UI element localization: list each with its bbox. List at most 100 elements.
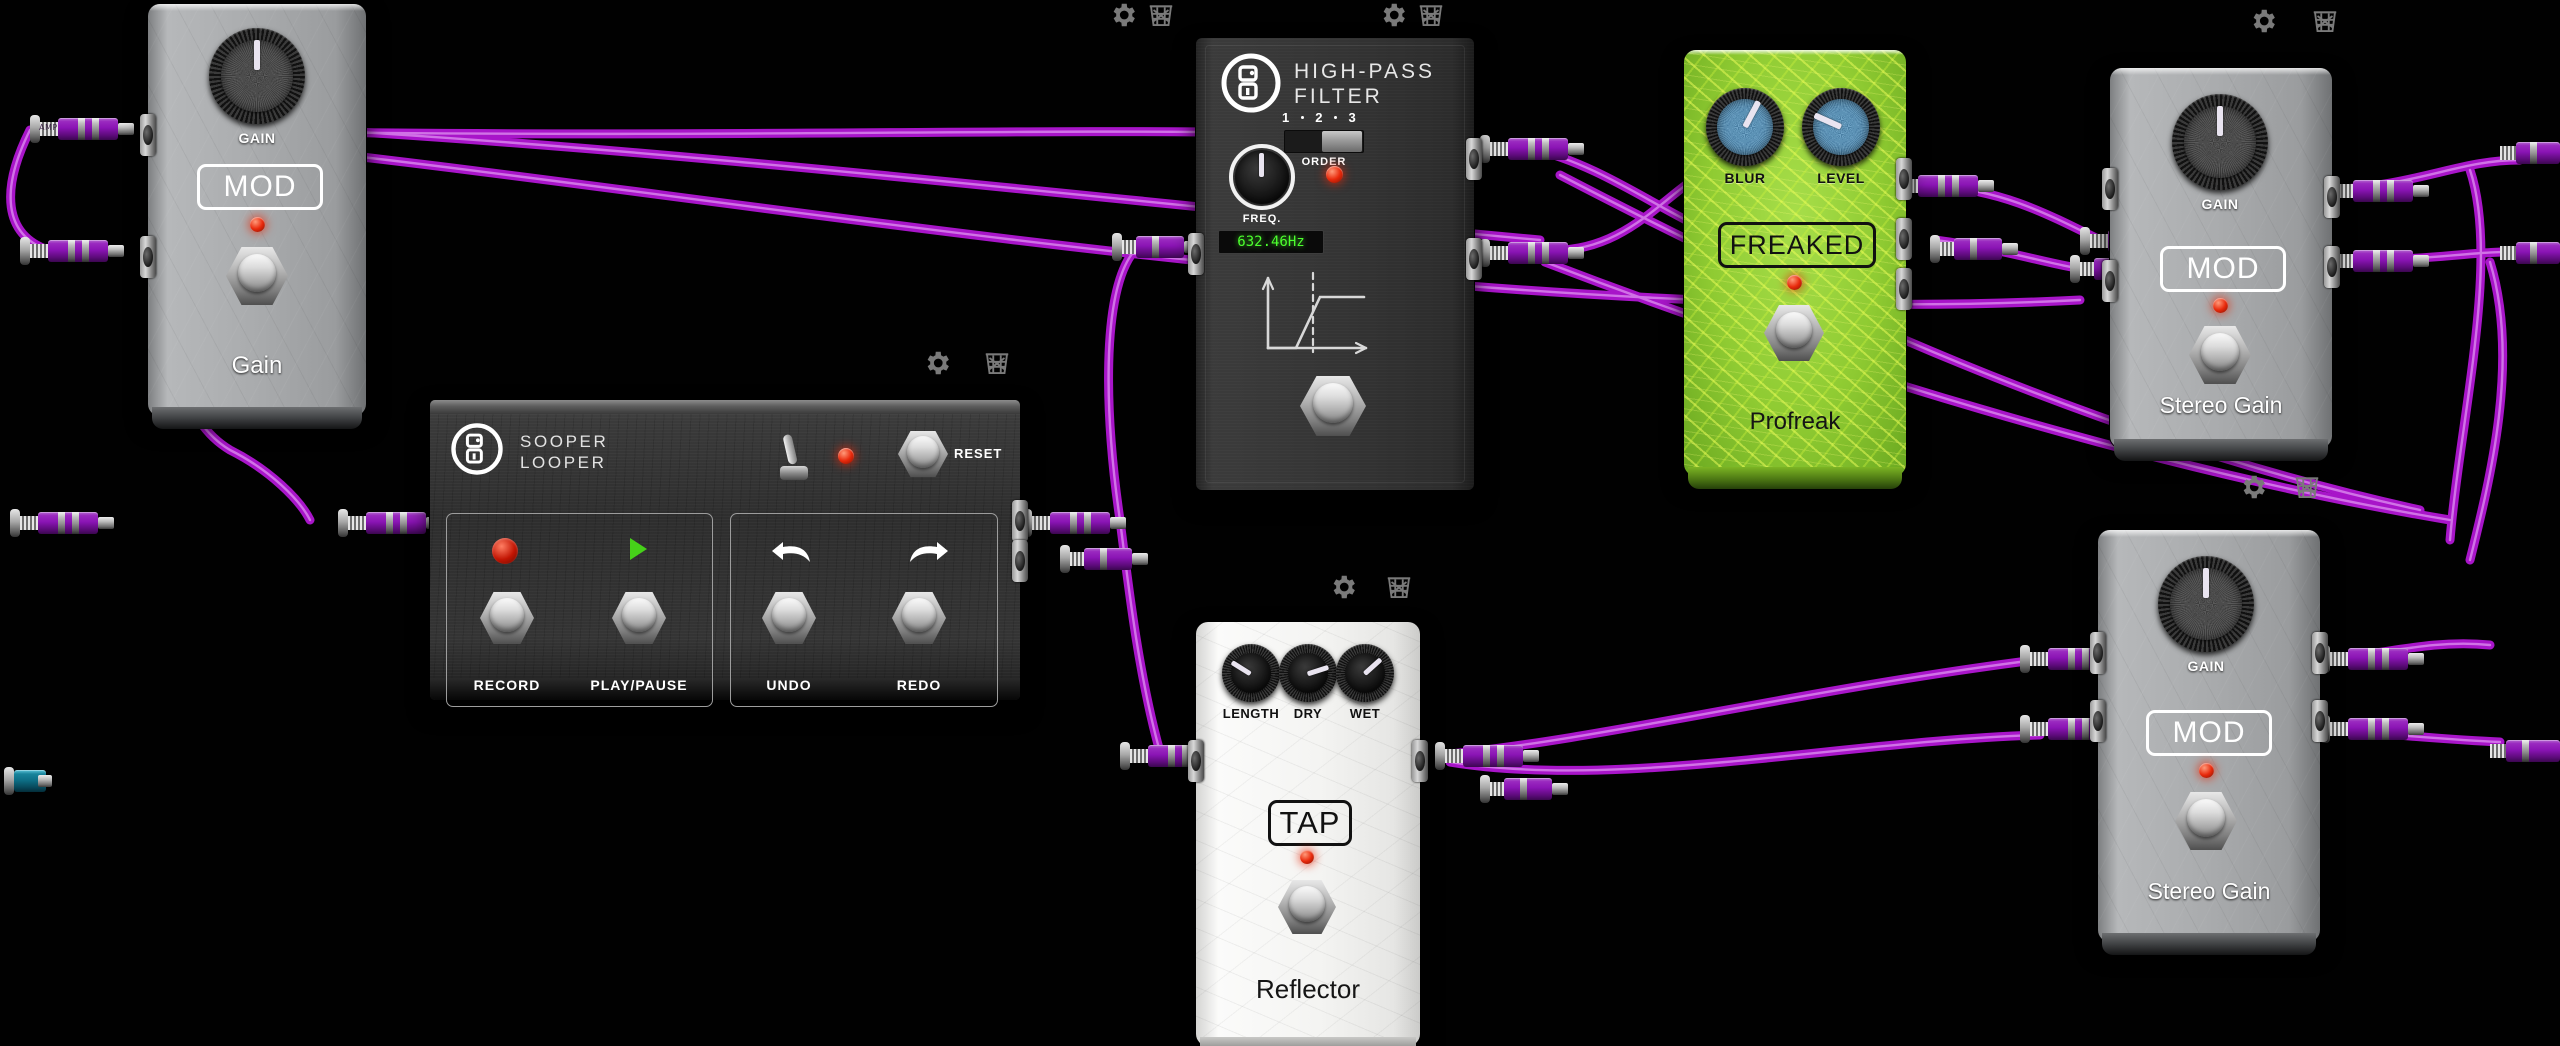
output-jack-socket-2[interactable] [1896,268,1912,310]
pedal-high-pass-filter[interactable]: HIGH-PASS FILTER 1 2 3 ORDER FREQ. 632.4… [1188,38,1482,490]
gain-knob[interactable] [2158,556,2254,652]
cable-plug[interactable] [1022,509,1132,537]
cable-plug[interactable] [20,237,130,265]
input-jack-socket[interactable] [2102,168,2118,210]
cable-plug[interactable] [2325,247,2435,275]
play-triangle-icon [630,538,647,560]
cable-plug[interactable] [2325,177,2435,205]
pedal-base [1688,467,1902,489]
cable-plug[interactable] [2320,715,2430,743]
order-slider-thumb[interactable] [1322,131,1362,152]
input-jack-socket-2[interactable] [2102,260,2118,302]
level-knob[interactable] [1802,88,1880,166]
pedal-stereo-gain-top[interactable]: GAIN MOD Stereo Gain [2102,68,2340,461]
footswitch[interactable] [226,247,288,305]
cable-plug[interactable]: AMP [30,115,140,143]
output-jack-socket[interactable] [2312,632,2328,674]
cable-plug[interactable] [1480,239,1590,267]
status-led [2213,298,2228,313]
cable-plug[interactable] [1060,545,1150,573]
cable-plug[interactable] [1435,742,1545,770]
input-jack-socket[interactable] [140,114,156,156]
freaked-badge[interactable]: FREAKED [1718,222,1876,268]
record-switch[interactable] [480,592,534,644]
gear-icon[interactable] [922,348,952,378]
cable-plug[interactable] [10,509,120,537]
trash-icon[interactable] [2310,6,2340,36]
reset-switch[interactable] [898,431,948,477]
footswitch[interactable] [2175,792,2237,850]
mod-badge[interactable]: MOD [197,164,323,210]
mod-badge[interactable]: MOD [2146,710,2272,756]
order-slider[interactable] [1284,130,1364,153]
blur-knob[interactable] [1706,88,1784,166]
input-jack-socket-2[interactable] [2090,700,2106,742]
gear-icon[interactable] [1378,0,1408,30]
freq-knob[interactable] [1229,144,1295,210]
trash-icon[interactable] [1146,0,1176,30]
input-jack-socket[interactable] [1188,740,1204,782]
footswitch-cap [772,598,806,632]
order-tick-1: 1 [1282,110,1291,125]
gain-knob[interactable] [2172,94,2268,190]
gear-icon[interactable] [1108,0,1138,30]
undo-switch[interactable] [762,592,816,644]
gear-icon[interactable] [1328,572,1358,602]
status-led [1326,166,1343,183]
output-jack-socket[interactable] [2324,176,2340,218]
toggle-lever[interactable] [782,433,798,466]
trash-icon[interactable] [982,348,1012,378]
mod-badge[interactable]: MOD [2160,246,2286,292]
trash-icon[interactable] [1384,572,1414,602]
input-jack-socket[interactable] [1188,233,1204,275]
cable-plug[interactable] [1930,235,2020,263]
output-jack-socket-2[interactable] [2324,246,2340,288]
footswitch[interactable] [1300,376,1366,436]
output-jack-socket[interactable] [1896,218,1912,260]
pedal-gain[interactable]: GAIN MOD Gain [140,4,366,429]
pedal-name-label: Reflector [1255,974,1361,1004]
cable-plug[interactable] [1480,135,1590,163]
input-jack-socket[interactable] [2090,632,2106,674]
length-knob[interactable] [1222,644,1280,702]
highpass-response-graph [1206,260,1426,370]
mode-toggle-switch[interactable] [780,433,808,480]
redo-switch[interactable] [892,592,946,644]
gain-knob[interactable] [209,28,305,124]
output-jack-socket[interactable] [1412,740,1428,782]
trash-icon[interactable] [1416,0,1446,30]
cable-plug[interactable] [2500,142,2560,164]
cable-plug[interactable] [2500,242,2560,264]
pedal-stereo-gain-bottom[interactable]: GAIN MOD Stereo Gain [2090,530,2328,955]
cable-plug[interactable] [2490,740,2560,762]
play-pause-switch[interactable] [612,592,666,644]
level-knob-label: LEVEL [1817,170,1865,186]
pedal-reflector[interactable]: LENGTH DRY WET TAP Reflector [1188,622,1428,1046]
gear-icon[interactable] [2248,6,2278,36]
cable-plug-teal[interactable] [4,767,54,795]
wet-knob[interactable] [1336,644,1394,702]
footswitch[interactable] [1278,880,1336,934]
pedal-title: SOOPER LOOPER [520,432,608,473]
tap-badge[interactable]: TAP [1268,800,1352,846]
pedal-base [1200,1037,1416,1046]
output-jack-socket[interactable] [1466,138,1482,180]
output-jack-socket-2[interactable] [2312,700,2328,742]
pedal-profreak[interactable]: BLUR LEVEL FREAKED Profreak [1684,50,1912,489]
output-jack-socket[interactable] [140,236,156,278]
footswitch[interactable] [1764,305,1824,361]
dry-knob[interactable] [1279,644,1337,702]
output-jack-socket-2[interactable] [1012,540,1028,582]
output-jack-socket-2[interactable] [1466,238,1482,280]
cable-plug[interactable] [2320,645,2430,673]
input-jack-socket[interactable] [1896,158,1912,200]
gear-icon[interactable] [2238,472,2268,502]
footswitch[interactable] [2189,326,2251,384]
output-jack-socket[interactable] [1012,500,1028,542]
trash-icon[interactable] [2292,472,2322,502]
cable-plug[interactable] [1480,775,1570,803]
pedal-sooper-looper[interactable]: SOOPER LOOPER RESET RECORD PLAY/PAUSE UN… [430,400,1028,707]
status-led [838,448,854,464]
manufacturer-logo-icon [1220,52,1282,119]
pedalboard-canvas[interactable]: AMP GAIN MOD Gain HIGH-PASS FILTER 1 2 3… [0,0,2560,1046]
